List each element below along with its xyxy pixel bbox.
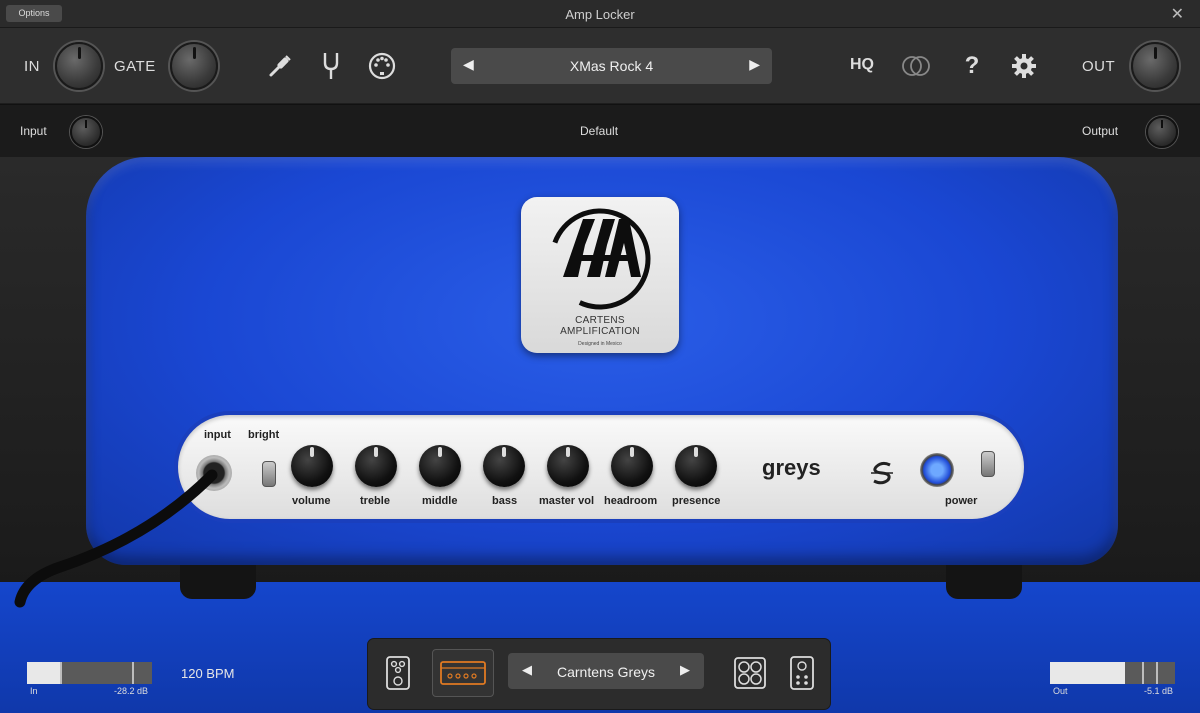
amp-header-bar: Input Default Output bbox=[0, 105, 1200, 157]
app-title: Amp Locker bbox=[565, 7, 635, 22]
brand-s-icon bbox=[871, 461, 893, 485]
stereo-icon[interactable] bbox=[900, 50, 932, 82]
title-bar: Options Amp Locker ✕ bbox=[0, 0, 1200, 28]
gear-icon[interactable] bbox=[1008, 50, 1040, 82]
master-volume-knob[interactable] bbox=[547, 445, 589, 487]
headroom-label: headroom bbox=[604, 495, 658, 507]
treble-label: treble bbox=[360, 495, 390, 507]
bpm-display[interactable]: 120 BPM bbox=[181, 666, 234, 681]
input-level-meter bbox=[27, 662, 152, 684]
treble-knob[interactable] bbox=[355, 445, 397, 487]
output-level-meter bbox=[1050, 662, 1175, 684]
pedal-icon[interactable] bbox=[378, 653, 418, 693]
model-name: greys bbox=[762, 455, 821, 480]
bright-label: bright bbox=[248, 429, 280, 441]
headroom-knob[interactable] bbox=[611, 445, 653, 487]
amp-foot-right bbox=[946, 565, 1022, 599]
post-effects-icon[interactable] bbox=[782, 653, 822, 693]
help-icon[interactable]: ? bbox=[956, 50, 988, 82]
amp-head: CARTENS AMPLIFICATION Designed in Mexico … bbox=[86, 157, 1118, 565]
bright-switch[interactable] bbox=[262, 461, 276, 487]
output-meter-peak bbox=[1142, 662, 1144, 684]
volume-label: volume bbox=[292, 495, 331, 507]
amp-output-knob[interactable] bbox=[1146, 116, 1178, 148]
in-label: IN bbox=[24, 58, 40, 75]
control-panel: input bright volume treble middle bass m… bbox=[178, 415, 1024, 519]
amp-input-knob[interactable] bbox=[70, 116, 102, 148]
power-label: power bbox=[945, 495, 978, 507]
brand-logo bbox=[549, 208, 651, 310]
preset-next-button[interactable]: ▶ bbox=[749, 56, 760, 73]
badge-subtext: Designed in Mexico bbox=[578, 341, 622, 347]
top-toolbar: IN GATE ◀ XMas Rock 4 ▶ HQ ? OUT bbox=[0, 28, 1200, 104]
power-switch[interactable] bbox=[981, 451, 995, 477]
input-meter-value: -28.2 dB bbox=[114, 686, 149, 696]
output-meter-marker bbox=[1156, 662, 1158, 684]
hq-toggle[interactable]: HQ bbox=[850, 56, 874, 74]
input-meter-label: In bbox=[30, 686, 38, 696]
gate-knob[interactable] bbox=[170, 42, 218, 90]
close-icon[interactable]: ✕ bbox=[1171, 4, 1184, 24]
input-gain-knob[interactable] bbox=[55, 42, 103, 90]
guitar-cable-icon[interactable] bbox=[264, 50, 296, 82]
input-meter-marker bbox=[132, 662, 134, 684]
output-meter-label: Out bbox=[1053, 686, 1068, 696]
preset-selector[interactable]: ◀ XMas Rock 4 ▶ bbox=[451, 48, 772, 84]
badge-text: CARTENS AMPLIFICATION bbox=[560, 315, 640, 337]
tuning-fork-icon[interactable] bbox=[315, 50, 347, 82]
output-meter-fill bbox=[1050, 662, 1125, 684]
gate-label: GATE bbox=[114, 58, 156, 75]
amp-model-selector[interactable]: ◀ Carntens Greys ▶ bbox=[508, 653, 704, 689]
midi-icon[interactable] bbox=[366, 50, 398, 82]
amp-stage: CARTENS AMPLIFICATION Designed in Mexico … bbox=[0, 157, 1200, 713]
presence-label: presence bbox=[672, 495, 721, 507]
amp-next-button[interactable]: ▶ bbox=[680, 662, 690, 678]
output-meter-value: -5.1 dB bbox=[1144, 686, 1174, 696]
guitar-cable bbox=[14, 469, 218, 608]
amp-icon bbox=[440, 661, 486, 685]
amp-model-name: Carntens Greys bbox=[556, 664, 656, 680]
input-meter-fill bbox=[27, 662, 61, 684]
master-volume-label: master vol bbox=[539, 495, 595, 507]
amp-preset-label: Default bbox=[580, 124, 619, 138]
output-volume-knob[interactable] bbox=[1131, 42, 1179, 90]
middle-knob[interactable] bbox=[419, 445, 461, 487]
input-label: Input bbox=[20, 124, 47, 138]
preset-name: XMas Rock 4 bbox=[569, 58, 654, 74]
power-led bbox=[920, 453, 954, 487]
output-label: Output bbox=[1082, 124, 1119, 138]
bass-knob[interactable] bbox=[483, 445, 525, 487]
amp-module-button[interactable] bbox=[432, 649, 494, 697]
signal-chain-dock: ◀ Carntens Greys ▶ bbox=[368, 639, 830, 709]
brand-badge: CARTENS AMPLIFICATION Designed in Mexico bbox=[521, 197, 679, 353]
volume-knob[interactable] bbox=[291, 445, 333, 487]
input-meter-peak bbox=[60, 662, 62, 684]
bass-label: bass bbox=[492, 495, 518, 507]
cabinet-icon[interactable] bbox=[730, 653, 770, 693]
middle-label: middle bbox=[422, 495, 458, 507]
out-label: OUT bbox=[1082, 58, 1116, 75]
input-jack-label: input bbox=[204, 429, 231, 441]
presence-knob[interactable] bbox=[675, 445, 717, 487]
